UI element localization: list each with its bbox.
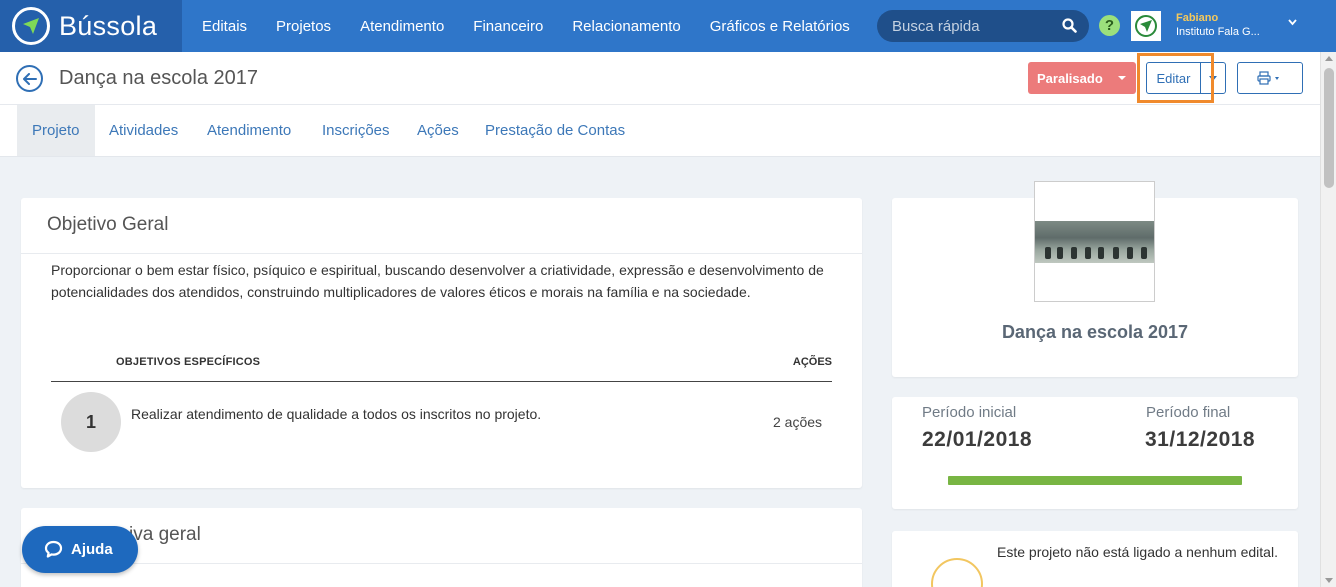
period-end-label: Período final [1146,404,1231,421]
main-nav: Editais Projetos Atendimento Financeiro … [202,0,879,52]
page-scrollbar[interactable] [1320,52,1336,587]
tab-prestacao-de-contas[interactable]: Prestação de Contas [470,105,640,156]
project-summary-card: Dança na escola 2017 [892,181,1298,377]
scroll-thumb[interactable] [1324,68,1334,188]
edital-status-icon [931,558,983,587]
nav-item-relacionamento[interactable]: Relacionamento [572,18,680,35]
tab-projeto[interactable]: Projeto [17,105,95,156]
status-dropdown-button[interactable]: Paralisado [1028,62,1136,94]
project-tabs: Projeto Atividades Atendimento Inscriçõe… [0,105,1320,157]
caret-down-icon [1118,76,1126,80]
search-input[interactable] [892,17,1052,35]
nav-item-projetos[interactable]: Projetos [276,18,331,35]
tab-atividades[interactable]: Atividades [94,105,193,156]
help-button-label: Ajuda [71,541,113,558]
compass-icon [12,7,50,45]
page-header: Dança na escola 2017 Paralisado Editar [0,52,1320,105]
objetivos-table-header: OBJETIVOS ESPECÍFICOS AÇÕES [51,356,832,382]
help-chat-button[interactable]: Ajuda [22,526,138,573]
column-header-acoes: AÇÕES [792,356,832,368]
objetivo-geral-card: Objetivo Geral Proporcionar o bem estar … [21,198,862,488]
objetivo-actions-count[interactable]: 2 ações [773,414,822,430]
chevron-down-icon[interactable] [1288,15,1297,29]
justificativa-card: iva geral [21,508,862,587]
chat-bubble-icon [44,540,63,558]
period-start-label: Período inicial [922,404,1017,421]
back-button[interactable] [16,65,43,92]
edital-message: Este projeto não está ligado a nenhum ed… [997,544,1278,560]
edital-card: Este projeto não está ligado a nenhum ed… [892,531,1298,587]
app-name: Bússola [59,10,158,41]
caret-down-icon [1209,76,1217,81]
user-org[interactable]: Instituto Fala G... [1176,26,1260,38]
nav-item-atendimento[interactable]: Atendimento [360,18,444,35]
divider [21,253,862,254]
app-logo[interactable]: Bússola [0,0,182,52]
project-name: Dança na escola 2017 [1001,322,1189,342]
project-photo [1035,221,1154,263]
arrow-left-icon [22,72,37,85]
avatar[interactable] [1131,11,1161,41]
scroll-up-arrow-icon[interactable] [1325,56,1333,61]
quick-search [877,10,1089,42]
top-navbar: Bússola Editais Projetos Atendimento Fin… [0,0,1336,52]
period-progress-bar [948,476,1242,485]
edit-dropdown-toggle[interactable] [1200,62,1226,94]
nav-item-editais[interactable]: Editais [202,18,247,35]
divider [21,563,862,564]
printer-icon [1257,71,1279,85]
column-header-objetivos: OBJETIVOS ESPECÍFICOS [116,356,261,368]
objetivo-especifico-text[interactable]: Realizar atendimento de qualidade a todo… [131,406,541,422]
tab-acoes[interactable]: Ações [402,105,474,156]
project-thumbnail[interactable] [1034,181,1155,302]
tab-inscricoes[interactable]: Inscrições [307,105,405,156]
objetivo-text: Proporcionar o bem estar físico, psíquic… [51,262,824,300]
period-end-date: 31/12/2018 [1145,428,1256,451]
periodo-card: Período inicial 22/01/2018 Período final… [892,397,1298,509]
print-dropdown-button[interactable] [1237,62,1303,94]
help-icon[interactable]: ? [1099,15,1120,36]
nav-item-financeiro[interactable]: Financeiro [473,18,543,35]
tab-atendimento[interactable]: Atendimento [192,105,306,156]
page-title: Dança na escola 2017 [59,67,259,89]
objetivo-number-badge: 1 [61,392,121,452]
user-name[interactable]: Fabiano [1176,12,1218,24]
nav-item-graficos-relatorios[interactable]: Gráficos e Relatórios [710,18,850,35]
period-start-date: 22/01/2018 [922,428,1033,451]
card-title: iva geral [129,524,201,545]
search-icon[interactable] [1062,18,1077,38]
period-progress-fill [948,476,1242,485]
card-title: Objetivo Geral [47,214,169,235]
scroll-down-arrow-icon[interactable] [1325,578,1333,583]
status-label: Paralisado [1037,70,1103,86]
edit-button[interactable]: Editar [1146,62,1201,94]
